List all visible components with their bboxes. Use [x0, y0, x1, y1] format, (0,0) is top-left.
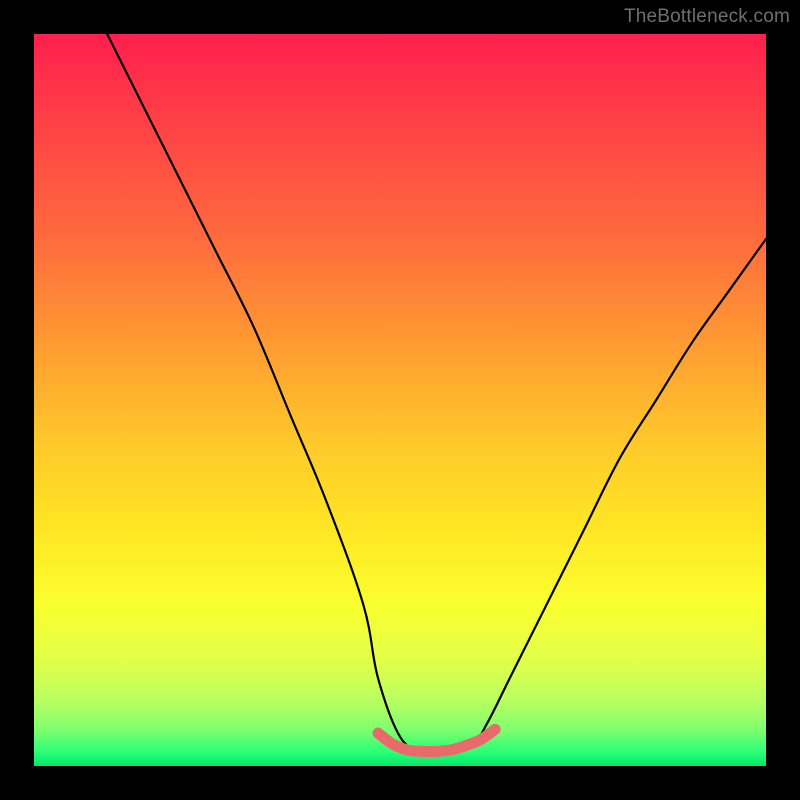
bottleneck-curve [107, 34, 766, 753]
plot-area [34, 34, 766, 766]
curve-layer [34, 34, 766, 766]
optimal-range-path [378, 729, 495, 751]
optimal-range-highlight [378, 729, 495, 751]
watermark: TheBottleneck.com [624, 6, 790, 28]
chart-frame: TheBottleneck.com [0, 0, 800, 800]
bottleneck-curve-path [107, 34, 766, 753]
